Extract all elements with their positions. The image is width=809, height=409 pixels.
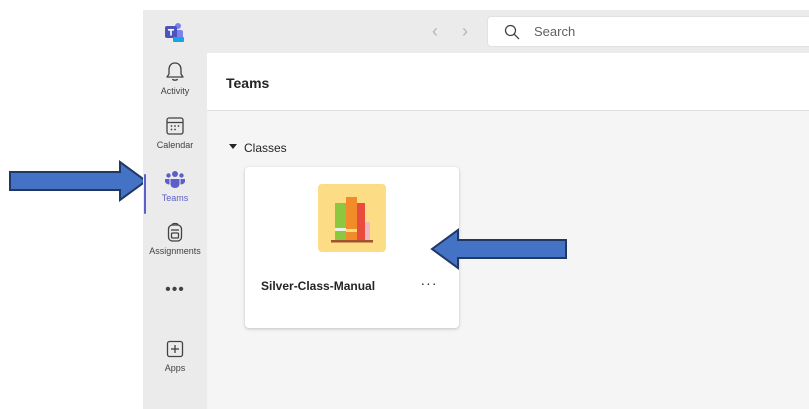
team-more-options-button[interactable]: ··· (417, 271, 441, 295)
rail-item-apps[interactable]: Apps (143, 338, 207, 388)
annotation-arrow-left (9, 160, 148, 202)
main-header: Teams (207, 53, 809, 111)
page-title: Teams (226, 75, 270, 91)
caret-down-icon (229, 144, 237, 150)
app-rail: Activity Calendar Teams Assignments ••• … (143, 53, 207, 409)
team-card[interactable]: Silver-Class-Manual ··· (245, 167, 459, 328)
backpack-icon (167, 222, 183, 242)
add-app-icon (166, 340, 184, 358)
search-input[interactable] (534, 17, 794, 46)
rail-label-calendar: Calendar (156, 140, 194, 150)
books-icon (331, 197, 373, 243)
rail-item-calendar[interactable]: Calendar (143, 115, 207, 165)
rail-label-activity: Activity (160, 86, 190, 96)
teams-icon (165, 171, 185, 188)
page: ‹ › Activity (0, 0, 809, 409)
title-bar: ‹ › (143, 10, 809, 53)
team-avatar (318, 184, 386, 252)
calendar-icon (166, 117, 184, 135)
bell-icon (166, 62, 184, 81)
search-box[interactable] (487, 16, 809, 47)
rail-label-assignments: Assignments (149, 246, 201, 256)
rail-label-teams: Teams (161, 193, 189, 203)
forward-arrow-icon[interactable]: › (456, 22, 474, 40)
rail-item-activity[interactable]: Activity (143, 61, 207, 111)
classes-section-toggle[interactable]: Classes (229, 139, 287, 155)
back-arrow-icon[interactable]: ‹ (426, 22, 444, 40)
search-icon (504, 24, 520, 40)
more-apps-icon[interactable]: ••• (143, 282, 207, 298)
section-label: Classes (244, 140, 287, 155)
rail-label-apps: Apps (164, 363, 186, 373)
annotation-arrow-right (430, 228, 567, 270)
team-name: Silver-Class-Manual (261, 279, 376, 293)
teams-logo-icon (165, 23, 184, 42)
teams-window: ‹ › Activity (143, 10, 809, 409)
active-indicator (144, 174, 146, 214)
rail-item-assignments[interactable]: Assignments (143, 221, 207, 271)
rail-item-teams[interactable]: Teams (143, 168, 207, 218)
